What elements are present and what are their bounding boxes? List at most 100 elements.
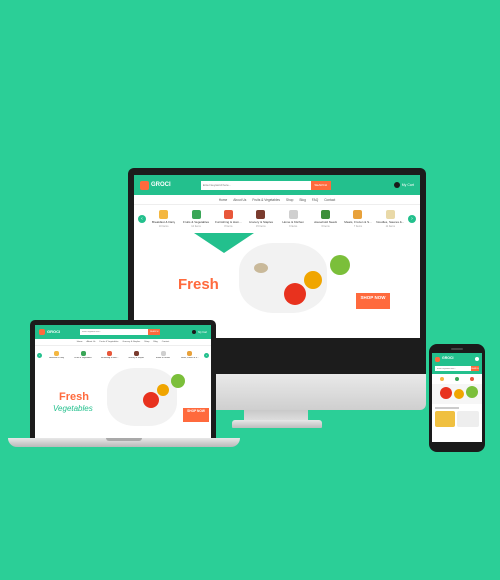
category-icon[interactable] [454,377,459,381]
category-icon [353,210,363,219]
category-icon [288,210,298,219]
nav-item[interactable]: About Us [87,341,96,343]
hero-banner: Fresh Vegetables SHOP NOW [35,364,211,438]
category-label: Meats, Frozen & S... [180,357,199,359]
logo[interactable]: GROCI [39,329,60,335]
nav-item[interactable]: Contact [324,198,335,202]
nav-item[interactable]: Shop [144,341,149,343]
category-item[interactable]: Breakfast & Dairy 10 Items [149,210,178,228]
category-icon[interactable] [470,377,475,381]
smartphone: GROCI SEARCH [429,344,485,452]
cart-link[interactable]: My Cart [192,330,207,334]
cart-label: My Cart [198,330,207,334]
chevron-left-icon[interactable]: ‹ [138,215,146,223]
phone-speaker [451,348,463,350]
nav-item[interactable]: Home [219,198,228,202]
shop-now-button[interactable]: SHOP NOW [183,408,209,422]
category-label: Noodles, Sauces &... [376,220,405,224]
category-item[interactable]: Meats, Frozen & S... 7 Items [343,210,372,228]
category-icon [191,210,201,219]
lettuce-image [171,374,185,388]
cart-icon [393,182,400,188]
lettuce-image [330,255,350,275]
search-button[interactable]: SEARCH [471,366,479,371]
cart-link[interactable]: My Cart [393,182,414,188]
laptop: GROCI SEARCH My Cart Home About Us Fruit… [30,320,216,438]
search-input[interactable] [200,180,311,190]
category-item[interactable]: Grocery & Staples [124,351,149,359]
category-count: 10 Items [158,225,169,228]
category-item[interactable]: Furnishing & Hom... 8 Items [214,210,243,228]
nav-item[interactable]: About Us [233,198,246,202]
category-label: Fruits & Vegetables [74,357,92,359]
category-icon [53,351,59,356]
product-image [435,411,455,427]
search-bar: SEARCH [200,180,331,190]
hero-subtitle: Vegetables [53,404,93,413]
category-label: Home & Kitchen [155,357,171,359]
nav-item[interactable]: Contact [162,341,170,343]
category-count: 15 Items [256,225,266,228]
search-button[interactable]: SEARCH [148,329,161,335]
mushroom-image [254,263,268,273]
logo[interactable]: GROCI [140,180,171,190]
main-nav: Home About Us Fruits & Vegetables Grocer… [35,339,211,346]
logo[interactable]: GROCI [435,356,454,362]
category-item[interactable]: Grocery & Staples 15 Items [246,210,275,228]
category-item[interactable]: Fruits & Vegetables 12 Items [181,210,210,228]
logo-icon [435,356,440,362]
hero-title: Fresh [59,391,89,403]
shop-now-button[interactable]: SHOP NOW [356,293,390,309]
monitor-stand-base [232,420,322,428]
product-info [457,411,479,427]
category-item[interactable]: Home & Kitchen 9 Items [279,210,308,228]
category-icon [160,351,166,356]
nav-item[interactable]: Blog [299,198,305,202]
chevron-left-icon[interactable]: ‹ [37,352,42,358]
category-label: Meats, Frozen & S... [344,220,372,224]
category-icon [385,210,395,219]
nav-item[interactable]: Shop [286,198,293,202]
brand-name: GROCI [442,356,454,361]
cart-link[interactable] [475,357,479,361]
nav-item[interactable]: FAQ [312,198,318,202]
category-item[interactable]: Fruits & Vegetables [71,351,96,359]
hero-title: Fresh [178,276,219,293]
tomato-image [440,387,452,399]
search-input[interactable] [80,329,149,335]
nav-item[interactable]: Grocery & Staples [123,341,141,343]
category-count: 6 Items [321,225,330,228]
laptop-screen: GROCI SEARCH My Cart Home About Us Fruit… [35,325,211,438]
nav-item[interactable]: Home [77,341,83,343]
cart-label: My Cart [401,183,414,187]
search-button[interactable]: SEARCH [310,180,331,190]
category-item[interactable]: Breakfast & Dairy [44,351,69,359]
list-item[interactable] [435,411,479,427]
category-item[interactable]: Meats, Frozen & S... [177,351,202,359]
category-label: Home & Kitchen [282,220,305,224]
category-icon [133,351,139,356]
tomato-image [284,283,306,305]
cart-icon [192,330,197,334]
chevron-right-icon[interactable]: › [408,215,416,223]
category-count: 12 Items [191,225,201,228]
category-item[interactable]: Noodles, Sauces &... 11 Items [376,210,405,228]
product-list [432,404,482,430]
category-item[interactable]: Household Needs 6 Items [311,210,340,228]
search-input[interactable] [435,366,471,371]
laptop-notch [106,438,142,441]
list-heading [435,407,459,409]
category-item[interactable]: Furnishing & Hom... [97,351,122,359]
category-label: Furnishing & Hom... [215,220,242,224]
category-icon[interactable] [439,377,444,381]
nav-item[interactable]: Fruits & Vegetables [100,341,119,343]
category-count: 7 Items [353,225,363,228]
phone-screen: GROCI SEARCH [432,353,482,442]
category-item[interactable]: Home & Kitchen [151,351,176,359]
nav-item[interactable]: Fruits & Vegetables [252,198,280,202]
category-icon [159,210,169,219]
search-bar: SEARCH [435,366,479,371]
chevron-right-icon[interactable]: › [204,352,210,358]
category-label: Furnishing & Hom... [100,357,119,359]
nav-item[interactable]: Blog [153,341,157,343]
